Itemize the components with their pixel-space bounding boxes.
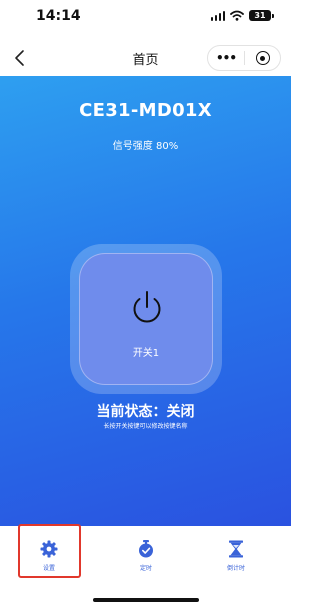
signal-strength: 信号强度 80% <box>112 141 179 152</box>
tab-timer[interactable]: 定时 <box>111 526 181 582</box>
switch-button[interactable]: 开关1 <box>70 244 222 394</box>
nav-bar: 首页 ••• <box>0 40 291 76</box>
status-icons: 31 <box>210 10 274 21</box>
stopwatch-icon <box>139 540 153 558</box>
wifi-icon <box>230 10 244 21</box>
tab-timer-label: 定时 <box>139 565 152 572</box>
settings-tab-highlight <box>18 524 81 578</box>
close-mini-program-button[interactable] <box>245 51 280 65</box>
battery-icon: 31 <box>249 10 274 21</box>
hourglass-icon <box>229 540 243 558</box>
power-icon <box>133 291 161 323</box>
switch-button-face[interactable]: 开关1 <box>79 253 213 385</box>
target-icon <box>255 51 270 65</box>
cellular-signal-icon <box>210 10 225 21</box>
tab-countdown-label: 倒计时 <box>226 565 245 572</box>
device-panel: CE31-MD01X 信号强度 80% 开关1 当前状态：关闭 长按开关按键可以… <box>0 76 291 526</box>
mini-program-capsule: ••• <box>207 45 281 71</box>
status-bar: 14:14 31 <box>0 0 291 40</box>
home-indicator <box>93 598 199 602</box>
switch-label: 开关1 <box>132 348 160 359</box>
current-state: 当前状态：关闭 <box>96 404 195 420</box>
rename-hint: 长按开关按键可以修改按键名称 <box>103 423 188 430</box>
status-time: 14:14 <box>36 8 81 24</box>
tab-countdown[interactable]: 倒计时 <box>201 526 271 582</box>
more-menu-button[interactable]: ••• <box>208 51 244 65</box>
device-name: CE31-MD01X <box>79 100 212 121</box>
